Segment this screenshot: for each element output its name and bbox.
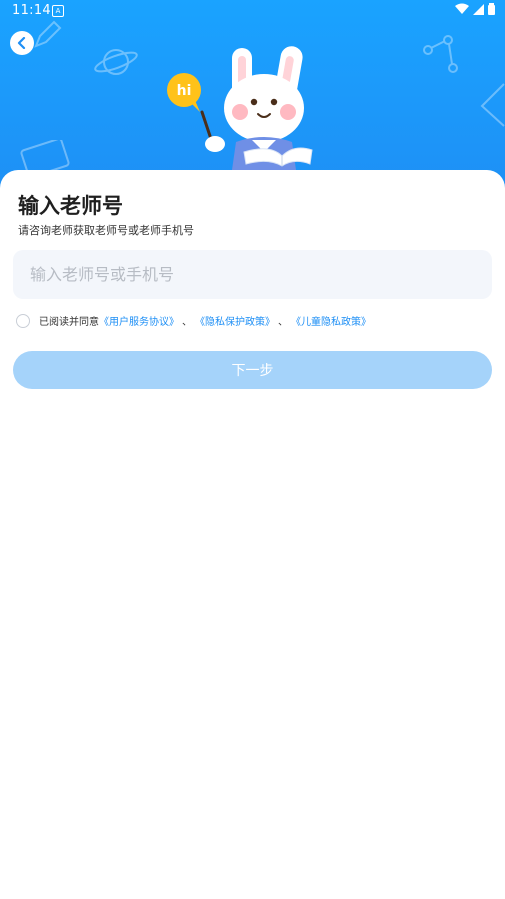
agreement-separator: 、 <box>182 317 192 328</box>
login-card: 输入老师号 请咨询老师获取老师号或老师手机号 已阅读并同意 《用户服务协议》 、… <box>0 170 505 899</box>
status-bar: 11:14 A <box>0 0 505 22</box>
triangle-icon <box>480 83 505 127</box>
agreement-separator: 、 <box>278 317 288 328</box>
wifi-icon <box>455 3 469 14</box>
page-title: 输入老师号 <box>18 194 123 218</box>
agreement-prefix: 已阅读并同意 <box>39 317 99 328</box>
battery-icon <box>488 3 495 15</box>
bubble-text: hi <box>177 83 192 99</box>
signal-icon <box>473 3 484 15</box>
next-step-button[interactable]: 下一步 <box>13 351 492 389</box>
molecule-icon <box>423 35 458 73</box>
back-button[interactable] <box>10 31 34 55</box>
child-privacy-link[interactable]: 《儿童隐私政策》 <box>291 313 371 328</box>
teacher-id-field-container <box>13 250 492 299</box>
teacher-id-input[interactable] <box>13 250 492 299</box>
privacy-policy-link[interactable]: 《隐私保护政策》 <box>195 313 275 328</box>
agreement-row: 已阅读并同意 《用户服务协议》 、 《隐私保护政策》 、 《儿童隐私政策》 <box>16 313 371 328</box>
page-subtitle: 请咨询老师获取老师号或老师手机号 <box>18 224 194 237</box>
status-time: 11:14 <box>12 3 51 18</box>
mascot-illustration: hi <box>167 46 313 170</box>
status-icons <box>455 3 495 15</box>
pencil-icon <box>34 20 62 48</box>
hi-bubble: hi <box>167 73 201 112</box>
planet-icon <box>94 49 138 75</box>
user-agreement-link[interactable]: 《用户服务协议》 <box>99 313 179 328</box>
chevron-left-icon <box>17 37 26 49</box>
notification-icon: A <box>52 5 64 17</box>
agree-checkbox[interactable] <box>16 313 30 328</box>
